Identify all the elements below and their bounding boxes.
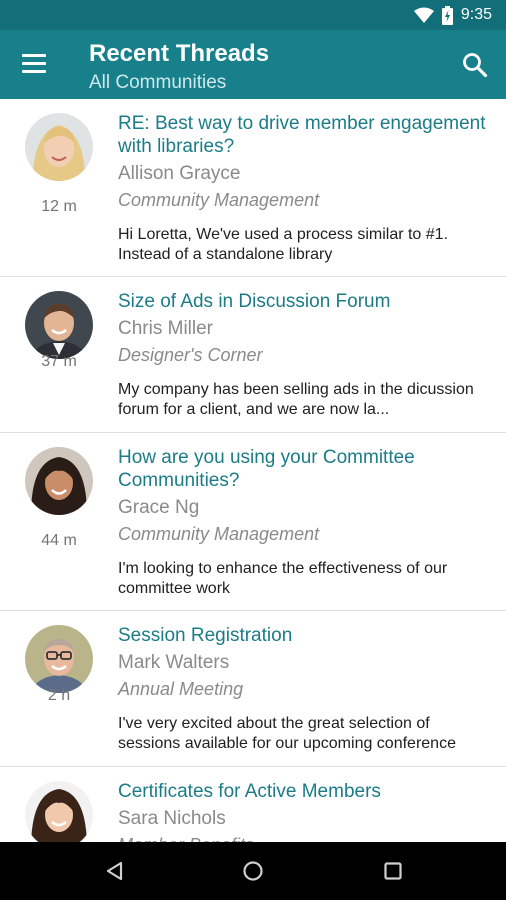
thread-subject[interactable]: How are you using your Committee Communi… xyxy=(118,446,492,492)
thread-author: Chris Miller xyxy=(118,318,213,339)
thread-preview: My company has been selling ads in the d… xyxy=(118,380,492,420)
thread-author: Sara Nichols xyxy=(118,808,226,829)
thread-item[interactable]: Certificates for Active Members Sara Nic… xyxy=(0,767,506,842)
search-icon[interactable] xyxy=(462,52,488,78)
recents-icon[interactable] xyxy=(381,859,405,883)
thread-item[interactable]: 44 m How are you using your Committee Co… xyxy=(0,433,506,611)
thread-author: Grace Ng xyxy=(118,497,200,518)
battery-charging-icon xyxy=(441,5,453,25)
thread-author: Allison Grayce xyxy=(118,163,241,184)
avatar xyxy=(25,113,93,181)
back-icon[interactable] xyxy=(103,859,127,883)
thread-preview: Hi Loretta, We've used a process similar… xyxy=(118,226,449,263)
avatar xyxy=(25,447,93,515)
thread-subject[interactable]: Certificates for Active Members xyxy=(118,780,492,803)
status-time: 9:35 xyxy=(460,6,492,23)
community-filter[interactable]: All Communities xyxy=(89,72,226,94)
thread-list: 12 m RE: Best way to drive member engage… xyxy=(0,99,506,842)
thread-community: Designer's Corner xyxy=(118,345,263,365)
thread-community: Community Management xyxy=(118,190,320,210)
page-title: Recent Threads xyxy=(89,40,270,67)
avatar xyxy=(25,781,93,842)
status-icons: 9:35 xyxy=(413,5,492,25)
thread-community: Annual Meeting xyxy=(118,679,244,699)
thread-community: Member Benefits xyxy=(118,834,492,842)
thread-time: 44 m xyxy=(41,532,77,549)
avatar xyxy=(25,625,93,693)
home-icon[interactable] xyxy=(241,859,265,883)
thread-preview: I'm looking to enhance the effectiveness… xyxy=(118,560,448,597)
status-bar: 9:35 xyxy=(0,0,506,30)
thread-item[interactable]: 2 h Session Registration Mark Walters An… xyxy=(0,611,506,767)
menu-icon[interactable] xyxy=(22,54,48,74)
thread-subject[interactable]: Size of Ads in Discussion Forum xyxy=(118,290,492,313)
thread-time: 2 h xyxy=(47,687,71,704)
thread-time: 12 m xyxy=(41,198,77,215)
app-bar: Recent Threads All Communities xyxy=(0,30,506,99)
thread-preview: I've very excited about the great select… xyxy=(118,715,456,752)
thread-subject[interactable]: Session Registration xyxy=(118,624,492,647)
thread-author: Mark Walters xyxy=(118,652,230,673)
thread-subject[interactable]: RE: Best way to drive member engagement … xyxy=(118,112,492,158)
nav-bar xyxy=(0,842,506,900)
thread-time: 37 m xyxy=(41,353,77,370)
thread-preview-text: My company has been selling ads in the d… xyxy=(118,381,474,418)
avatar xyxy=(25,291,93,359)
wifi-icon xyxy=(413,7,434,23)
thread-community: Community Management xyxy=(118,524,320,544)
thread-item[interactable]: 12 m RE: Best way to drive member engage… xyxy=(0,99,506,277)
thread-item[interactable]: 37 m Size of Ads in Discussion Forum Chr… xyxy=(0,277,506,433)
